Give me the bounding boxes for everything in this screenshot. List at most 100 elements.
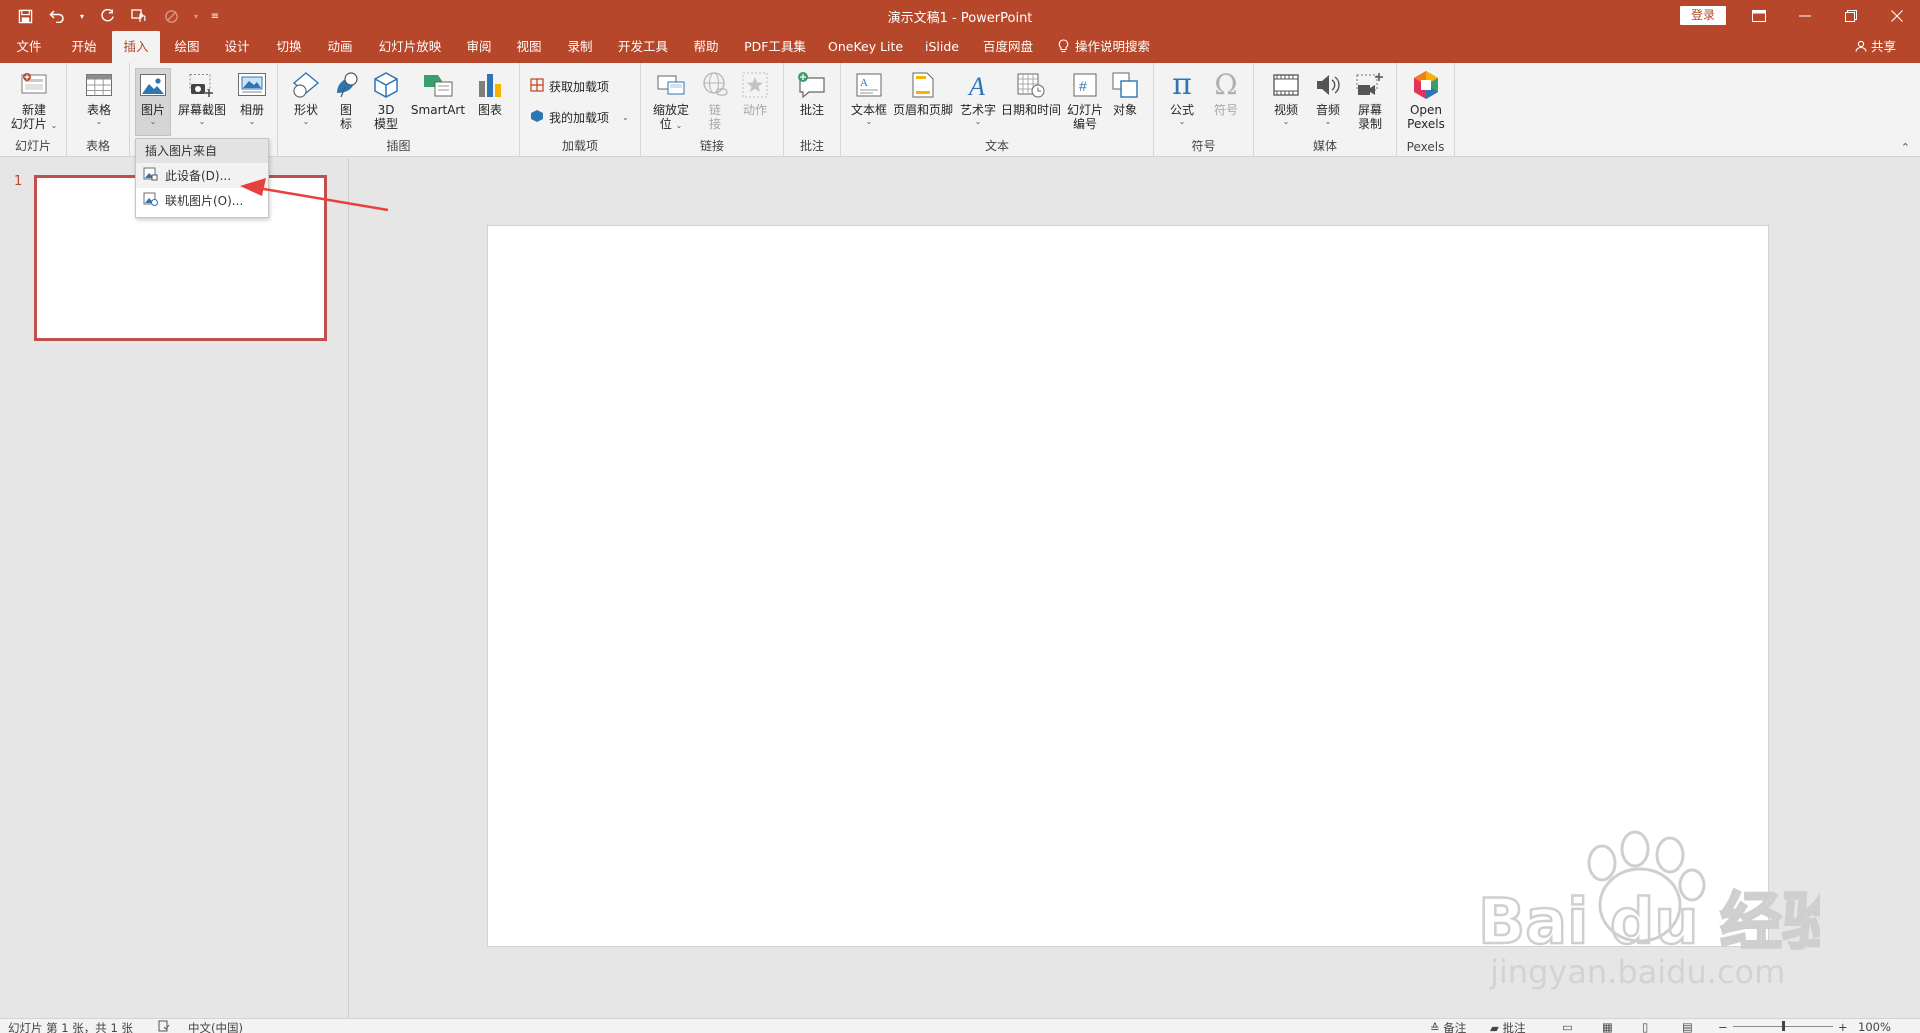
- picture-label: 图片: [140, 103, 165, 117]
- comment-icon: ▰: [1490, 1021, 1499, 1033]
- minimize-icon[interactable]: [1782, 0, 1828, 31]
- wordart-label: 艺术字: [959, 103, 996, 117]
- title-bar: ▾ ▾ ≡ 演示文稿1 - PowerPoint 登录: [0, 0, 1920, 31]
- tab-transitions[interactable]: 切换: [274, 31, 304, 63]
- smartart-button[interactable]: SmartArt: [410, 69, 466, 117]
- header-footer-icon: [907, 69, 939, 101]
- slide-sorter-icon[interactable]: ▦: [1602, 1020, 1613, 1033]
- zoom-button[interactable]: 缩放定 位 ⌄: [647, 69, 695, 131]
- 3d-model-button[interactable]: 3D 模型: [370, 69, 402, 131]
- group-tables: 表格 ⌄ 表格: [67, 63, 130, 157]
- slide-count-status[interactable]: 幻灯片 第 1 张，共 1 张: [8, 1020, 133, 1033]
- chevron-down-icon: ⌄: [95, 117, 103, 126]
- video-icon: [1270, 69, 1302, 101]
- header-footer-button[interactable]: 页眉和页脚: [891, 69, 955, 117]
- restore-icon[interactable]: [1828, 0, 1874, 31]
- tab-review[interactable]: 审阅: [464, 31, 494, 63]
- screenshot-button[interactable]: 屏幕截图 ⌄: [178, 69, 226, 126]
- get-addins-button[interactable]: 获取加载项: [530, 78, 609, 95]
- tell-me-search[interactable]: 操作说明搜索: [1058, 31, 1168, 63]
- normal-view-icon[interactable]: ▭: [1562, 1020, 1573, 1033]
- group-label-media: 媒体: [1312, 139, 1337, 153]
- slide-number-button[interactable]: # 幻灯片 编号: [1065, 69, 1105, 131]
- tab-record[interactable]: 录制: [565, 31, 595, 63]
- screen-recording-button[interactable]: 屏幕 录制: [1352, 69, 1388, 131]
- online-pictures-menu-item[interactable]: 联机图片(O)...: [136, 188, 268, 213]
- group-addins: 获取加载项 我的加载项 ⌄ 加载项: [520, 63, 641, 157]
- reading-view-icon[interactable]: ▯: [1642, 1020, 1648, 1033]
- open-pexels-button[interactable]: Open Pexels: [1405, 69, 1447, 131]
- tab-onekey-lite[interactable]: OneKey Lite: [828, 31, 903, 63]
- wordart-icon: A: [962, 69, 994, 101]
- slideshow-view-icon[interactable]: ▤: [1682, 1020, 1693, 1033]
- chevron-down-icon: ⌄: [1324, 117, 1332, 126]
- action-button[interactable]: 动作: [737, 69, 773, 117]
- zoom-label-1: 缩放定: [652, 103, 689, 117]
- object-label: 对象: [1112, 103, 1137, 117]
- chevron-down-icon: ⌄: [149, 117, 157, 126]
- window-title: 演示文稿1 - PowerPoint: [887, 11, 1033, 26]
- tab-draw[interactable]: 绘图: [172, 31, 202, 63]
- symbol-button[interactable]: Ω 符号: [1208, 69, 1244, 118]
- chart-button[interactable]: 图表: [474, 69, 506, 117]
- zoom-out-icon[interactable]: −: [1718, 1020, 1728, 1033]
- tab-view[interactable]: 视图: [514, 31, 544, 63]
- object-icon: [1109, 69, 1141, 101]
- textbox-button[interactable]: A 文本框 ⌄: [849, 69, 889, 126]
- ribbon-display-icon[interactable]: [1736, 0, 1782, 31]
- shapes-label: 形状: [293, 103, 318, 117]
- tab-home[interactable]: 开始: [69, 31, 99, 63]
- shapes-icon: [290, 69, 322, 101]
- share-button[interactable]: 共享: [1855, 31, 1896, 63]
- date-time-button[interactable]: 日期和时间: [999, 69, 1063, 117]
- video-button[interactable]: 视频 ⌄: [1268, 69, 1304, 126]
- zoom-slider[interactable]: [1733, 1021, 1833, 1031]
- tab-animations[interactable]: 动画: [325, 31, 355, 63]
- shapes-button[interactable]: 形状 ⌄: [288, 69, 324, 126]
- group-label-text: 文本: [984, 139, 1009, 153]
- table-button[interactable]: 表格 ⌄: [81, 69, 117, 126]
- tab-developer[interactable]: 开发工具: [617, 31, 669, 63]
- photo-album-button[interactable]: 相册 ⌄: [234, 69, 270, 126]
- language-status[interactable]: 中文(中国): [188, 1020, 243, 1033]
- object-button[interactable]: 对象: [1107, 69, 1143, 117]
- zoom-slider-thumb[interactable]: [1781, 1021, 1785, 1031]
- tab-file[interactable]: 文件: [14, 31, 44, 63]
- zoom-icon: [655, 69, 687, 101]
- this-device-menu-item[interactable]: 此设备(D)...: [136, 163, 268, 188]
- link-button[interactable]: 链 接: [699, 69, 731, 131]
- tab-insert[interactable]: 插入: [112, 31, 160, 63]
- zoom-in-icon[interactable]: +: [1838, 1020, 1848, 1033]
- my-addins-button[interactable]: 我的加载项 ⌄: [530, 109, 629, 126]
- equation-button[interactable]: π 公式 ⌄: [1164, 69, 1200, 127]
- chevron-down-icon: ⌄: [675, 121, 683, 130]
- collapse-ribbon-icon[interactable]: ⌃: [1901, 141, 1910, 154]
- picture-button[interactable]: 图片 ⌄: [135, 68, 171, 136]
- addin-cube-icon: [530, 109, 544, 126]
- accessibility-icon[interactable]: [158, 1020, 170, 1033]
- audio-button[interactable]: 音频 ⌄: [1310, 69, 1346, 126]
- tab-baidu-netdisk[interactable]: 百度网盘: [982, 31, 1034, 63]
- tab-pdf-tools[interactable]: PDF工具集: [743, 31, 807, 63]
- online-pictures-label: 联机图片(O)...: [165, 194, 244, 208]
- link-label-1: 链: [708, 103, 721, 117]
- comment-button[interactable]: 批注: [794, 69, 830, 117]
- new-slide-button[interactable]: 新建 幻灯片 ⌄: [6, 69, 62, 131]
- video-label: 视频: [1273, 103, 1298, 117]
- tab-islide[interactable]: iSlide: [922, 31, 962, 63]
- wordart-button[interactable]: A 艺术字 ⌄: [957, 69, 999, 126]
- new-slide-label-1: 新建: [21, 103, 46, 117]
- close-icon[interactable]: [1874, 0, 1920, 31]
- zoom-level[interactable]: 100%: [1858, 1020, 1891, 1033]
- tab-help[interactable]: 帮助: [691, 31, 721, 63]
- login-button[interactable]: 登录: [1680, 6, 1726, 25]
- notes-button[interactable]: ≙ 备注: [1430, 1020, 1466, 1033]
- tab-design[interactable]: 设计: [222, 31, 252, 63]
- speaker-icon: [1312, 69, 1344, 101]
- tab-slideshow[interactable]: 幻灯片放映: [378, 31, 442, 63]
- icons-button[interactable]: 图 标: [330, 69, 362, 131]
- group-links: 缩放定 位 ⌄ 链 接 动作 链接: [641, 63, 784, 157]
- slide-canvas[interactable]: [487, 225, 1769, 947]
- group-media: 视频 ⌄ 音频 ⌄ 屏幕 录制 媒体: [1254, 63, 1397, 157]
- comments-button[interactable]: ▰ 批注: [1490, 1020, 1526, 1033]
